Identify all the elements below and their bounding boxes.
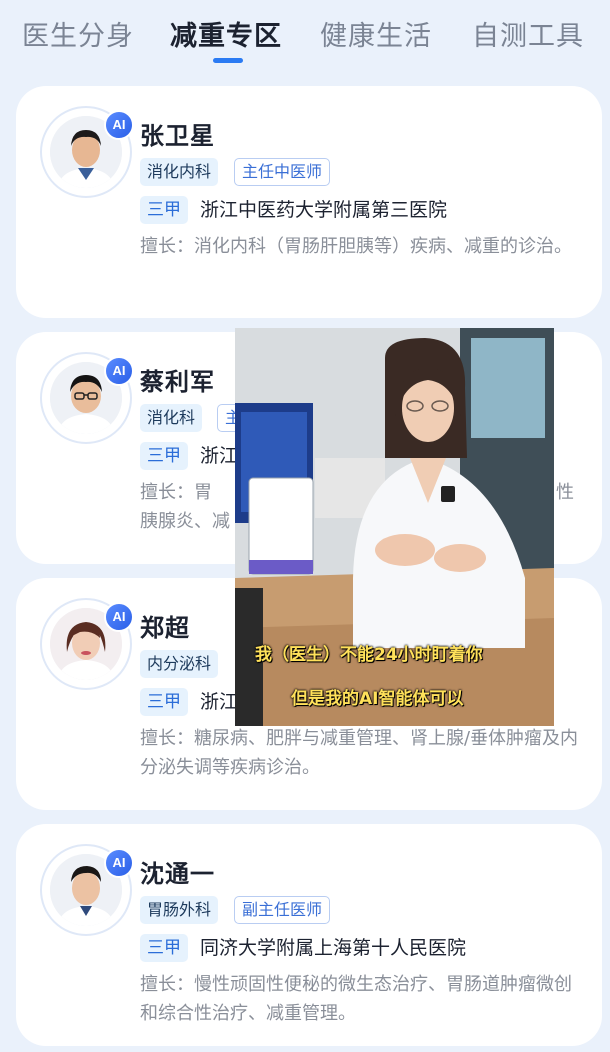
tab-self-test-tools[interactable]: 自测工具: [472, 14, 584, 53]
department-tag: 胃肠外科: [140, 896, 219, 924]
tab-doctor-avatar[interactable]: 医生分身: [22, 14, 134, 53]
tab-healthy-living[interactable]: 健康生活: [320, 14, 432, 53]
ai-badge-icon: AI: [104, 848, 134, 878]
video-subtitle-line-2: 但是我的AI智能体可以: [291, 689, 464, 709]
doctor-name: 张卫星: [140, 122, 215, 150]
hospital-name: 浙江中医药大学附属第三医院: [200, 199, 448, 221]
video-frame-illustration: [235, 328, 554, 726]
ai-badge-icon: AI: [104, 356, 134, 386]
hospital-level-badge: 三甲: [140, 934, 188, 962]
title-tag: 主任中医师: [234, 158, 331, 186]
doctor-card[interactable]: AI 张卫星 消化内科 主任中医师 三甲 浙江中医药大学附属第三医院 擅长：消化…: [16, 86, 602, 318]
expertise-text: 擅长：糖尿病、肥胖与减重管理、肾上腺/垂体肿瘤及内分泌失调等疾病诊治。: [140, 728, 579, 778]
expertise-text: 擅长：慢性顽固性便秘的微生态治疗、胃肠道肿瘤微创和综合性治疗、减重管理。: [140, 974, 572, 1024]
video-subtitle-line-1: 我（医生）不能24小时盯着你: [255, 645, 483, 665]
department-tag: 消化科: [140, 404, 203, 432]
expertise-text: 擅长：消化内科（胃肠肝胆胰等）疾病、减重的诊治。: [140, 236, 572, 257]
doctor-name: 郑超: [140, 614, 190, 642]
hospital-level-badge: 三甲: [140, 442, 188, 470]
ai-badge-icon: AI: [104, 602, 134, 632]
tab-weight-loss[interactable]: 减重专区: [170, 14, 282, 53]
hospital-name: 浙江: [200, 445, 239, 467]
doctor-name: 沈通一: [140, 860, 215, 888]
expertise-line-2: 胰腺炎、减: [140, 511, 230, 532]
video-overlay[interactable]: 我（医生）不能24小时盯着你 但是我的AI智能体可以: [235, 328, 554, 726]
expertise-fragment: 性: [556, 482, 574, 503]
department-tag: 内分泌科: [140, 650, 219, 678]
ai-badge-icon: AI: [104, 110, 134, 140]
active-tab-indicator: [213, 58, 243, 63]
title-tag: 副主任医师: [234, 896, 331, 924]
doctor-name: 蔡利军: [140, 368, 215, 396]
category-tabs: 医生分身 减重专区 健康生活 自测工具: [0, 0, 610, 72]
hospital-level-badge: 三甲: [140, 196, 188, 224]
expertise-line-1: 擅长：胃: [140, 482, 212, 503]
department-tag: 消化内科: [140, 158, 219, 186]
hospital-name: 浙江: [200, 691, 239, 713]
doctor-card[interactable]: AI 沈通一 胃肠外科 副主任医师 三甲 同济大学附属上海第十人民医院 擅长：慢…: [16, 824, 602, 1046]
hospital-name: 同济大学附属上海第十人民医院: [200, 937, 467, 959]
hospital-level-badge: 三甲: [140, 688, 188, 716]
